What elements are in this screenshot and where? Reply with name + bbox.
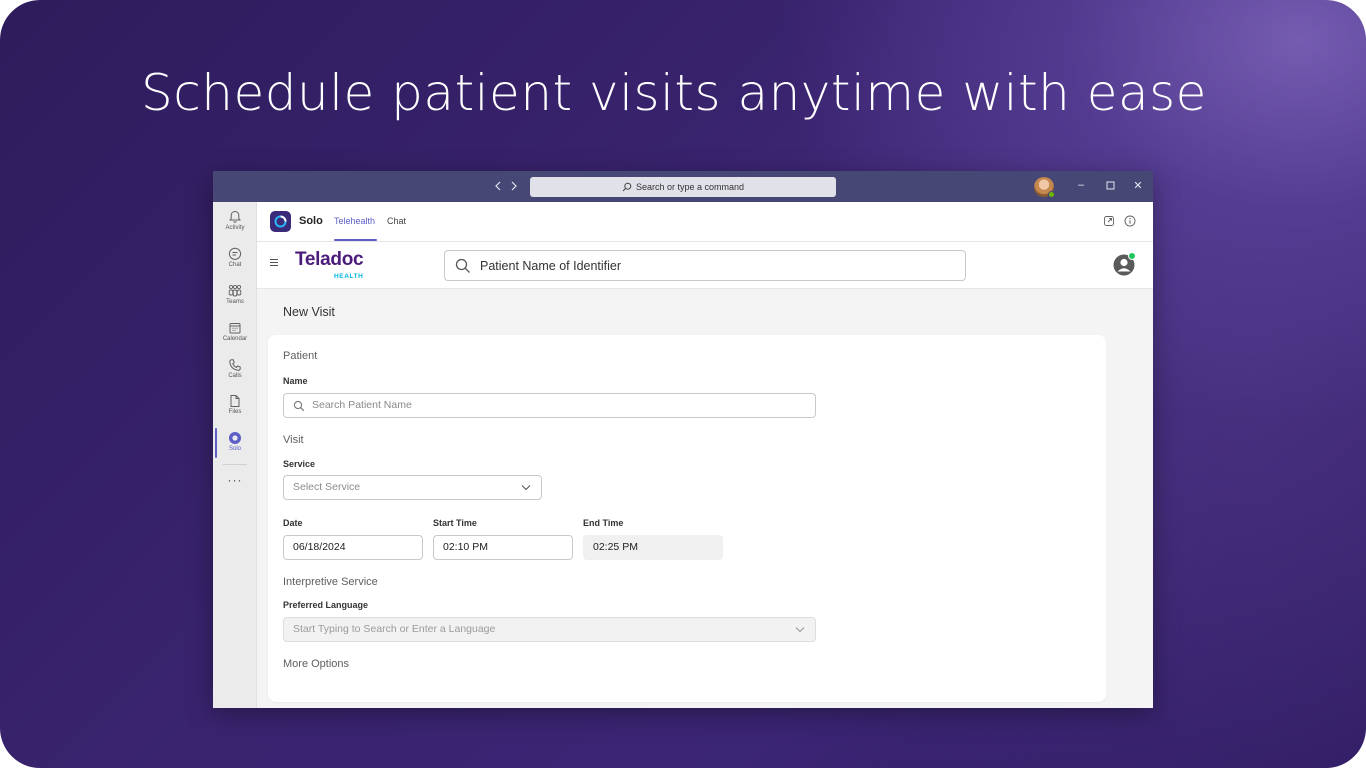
command-search-placeholder: Search or type a command: [635, 182, 745, 192]
maximize-icon[interactable]: [1103, 179, 1117, 193]
rail-label: Calendar: [222, 336, 248, 342]
date-input[interactable]: 06/18/2024: [283, 535, 423, 560]
solo-icon: [229, 432, 241, 444]
preferred-language-placeholder: Start Typing to Search or Enter a Langua…: [293, 623, 496, 635]
close-icon[interactable]: ✕: [1131, 179, 1145, 192]
patient-search-text: Patient Name of Identifier: [480, 259, 622, 273]
service-select[interactable]: Select Service: [283, 475, 542, 500]
tab-chat[interactable]: Chat: [387, 216, 406, 226]
rail-item-teams[interactable]: Teams: [213, 284, 257, 305]
service-label: Service: [283, 459, 316, 469]
presence-dot: [1048, 191, 1055, 198]
active-tab-underline: [334, 239, 377, 241]
teladoc-header: Teladoc HEALTH Patient Name of Identifie…: [257, 242, 1153, 289]
command-search-box[interactable]: Search or type a command: [530, 177, 836, 197]
service-placeholder: Select Service: [293, 481, 361, 493]
title-bar: Search or type a command – ✕: [213, 171, 1153, 202]
teladoc-logo-word: Teladoc: [295, 249, 364, 270]
rail-label: Activity: [225, 225, 245, 231]
teams-window: Search or type a command – ✕ Activity Ch…: [213, 171, 1153, 708]
tab-telehealth[interactable]: Telehealth: [334, 216, 375, 226]
patient-name-input[interactable]: Search Patient Name: [283, 393, 816, 418]
popout-icon[interactable]: [1103, 215, 1115, 227]
search-icon: [293, 400, 305, 412]
rail-label: Chat: [228, 262, 242, 268]
name-label: Name: [283, 376, 308, 386]
menu-icon[interactable]: [270, 259, 278, 268]
back-arrow-icon[interactable]: [494, 179, 502, 193]
headline: Schedule patient visits anytime with eas…: [141, 64, 1207, 122]
info-icon[interactable]: [1124, 215, 1136, 227]
rail-item-files[interactable]: Files: [213, 394, 257, 415]
rail-divider: [223, 464, 247, 465]
rail-label: Solo: [228, 446, 241, 452]
calendar-icon: [229, 323, 241, 334]
chevron-down-icon: [795, 627, 805, 633]
start-time-label: Start Time: [433, 518, 477, 528]
new-visit-form: Patient Name Search Patient Name Visit S…: [268, 335, 1106, 702]
rail-label: Calls: [228, 373, 242, 379]
promo-background: Schedule patient visits anytime with eas…: [0, 0, 1366, 768]
patient-name-placeholder: Search Patient Name: [312, 399, 412, 411]
rail-item-activity[interactable]: Activity: [213, 210, 257, 231]
patient-search-bar[interactable]: Patient Name of Identifier: [444, 250, 966, 281]
end-time-label: End Time: [583, 518, 624, 528]
bell-icon: [228, 210, 242, 223]
rail-item-calls[interactable]: Calls: [213, 358, 257, 379]
phone-icon: [229, 359, 241, 371]
history-nav: [494, 179, 518, 193]
chevron-down-icon: [521, 485, 531, 491]
app-header: Solo Telehealth Chat: [257, 202, 1153, 242]
teladoc-logo: Teladoc HEALTH: [295, 249, 364, 280]
user-avatar[interactable]: [1034, 177, 1055, 198]
preferred-language-label: Preferred Language: [283, 600, 369, 610]
solo-logo-icon: [270, 211, 291, 232]
rail-item-chat[interactable]: Chat: [213, 247, 257, 268]
chat-icon: [228, 247, 242, 260]
online-status-dot: [1128, 252, 1136, 260]
rail-item-solo[interactable]: Solo: [213, 431, 257, 452]
search-icon: [622, 182, 632, 192]
forward-arrow-icon[interactable]: [510, 179, 518, 193]
patient-section-heading: Patient: [283, 350, 318, 362]
interpretive-section-heading: Interpretive Service: [283, 576, 378, 588]
date-label: Date: [283, 518, 303, 528]
app-name: Solo: [299, 215, 323, 227]
rail-label: Teams: [226, 299, 244, 305]
page-title: New Visit: [283, 305, 335, 319]
file-icon: [230, 395, 240, 407]
preferred-language-select[interactable]: Start Typing to Search or Enter a Langua…: [283, 617, 816, 642]
more-options-link[interactable]: More Options: [283, 658, 349, 670]
minimize-icon[interactable]: –: [1074, 179, 1088, 191]
teladoc-logo-sub: HEALTH: [334, 273, 364, 280]
start-time-input[interactable]: 02:10 PM: [433, 535, 573, 560]
app-rail: Activity Chat Teams Calendar Calls Files: [213, 202, 257, 708]
teams-icon: [228, 284, 242, 297]
main-content: New Visit Patient Name Search Patient Na…: [257, 289, 1153, 708]
visit-section-heading: Visit: [283, 434, 304, 446]
rail-item-calendar[interactable]: Calendar: [213, 321, 257, 342]
more-apps-icon[interactable]: ···: [213, 473, 257, 487]
search-icon: [455, 258, 470, 273]
end-time-field: 02:25 PM: [583, 535, 723, 560]
rail-label: Files: [228, 409, 242, 415]
